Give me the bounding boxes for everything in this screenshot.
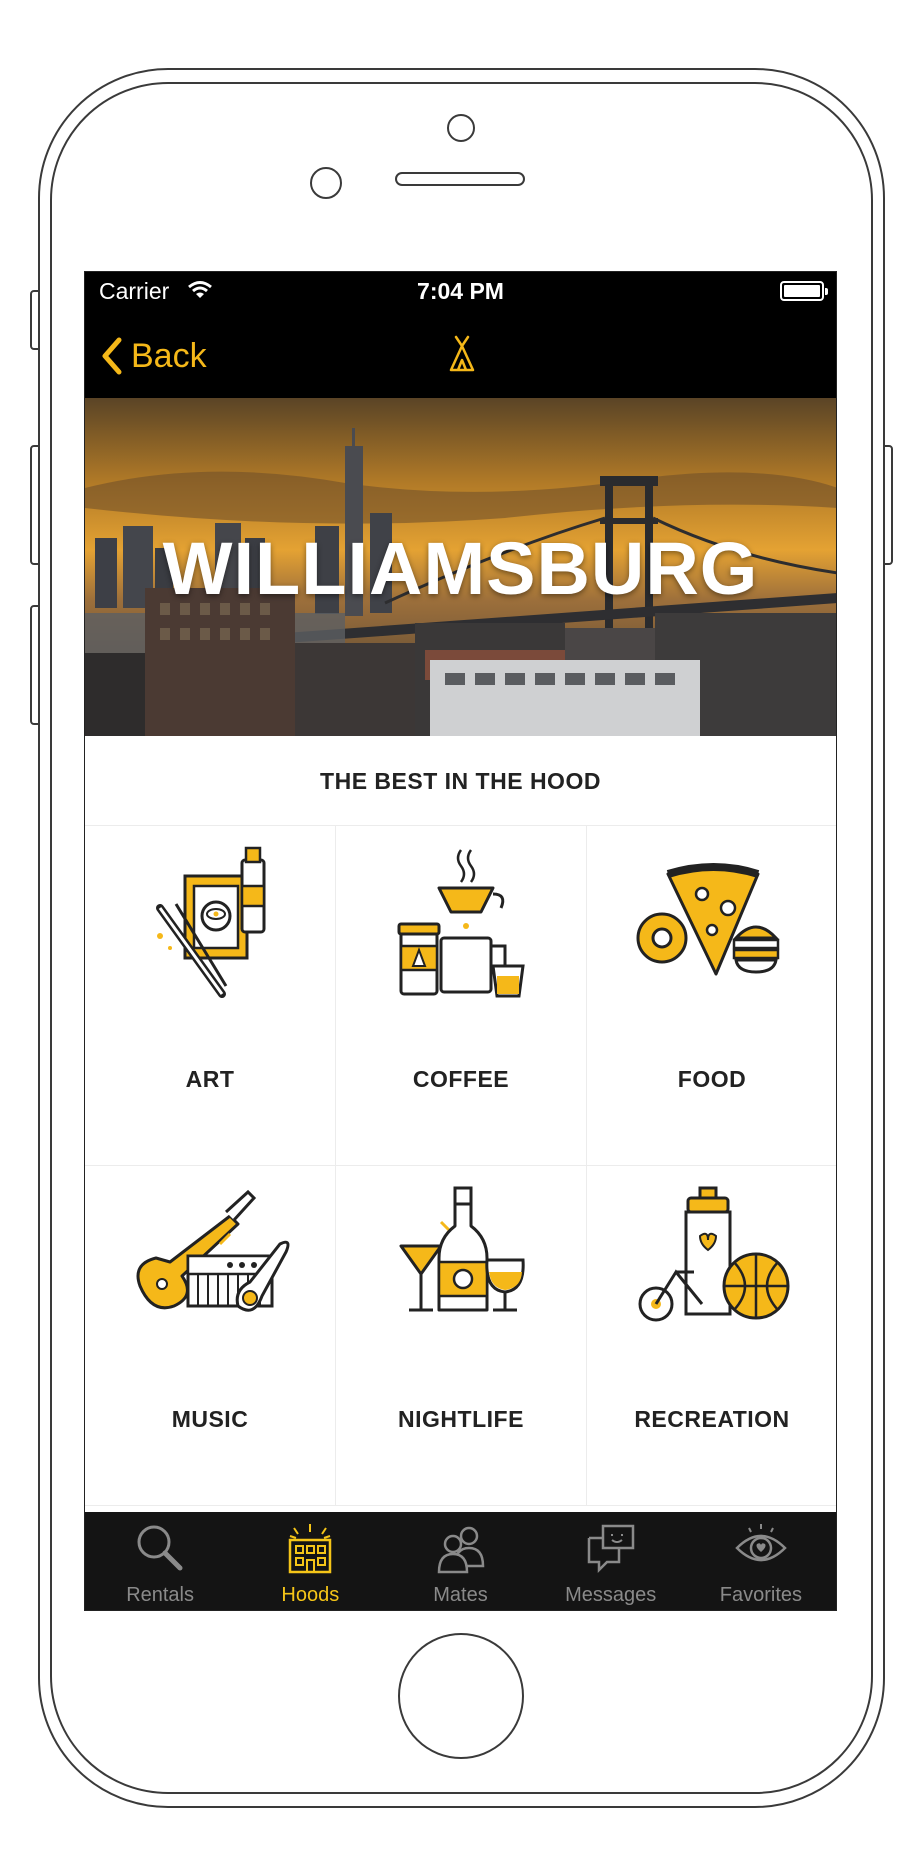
category-nightlife[interactable]: NIGHTLIFE [336,1166,587,1506]
tab-label: Hoods [281,1584,340,1606]
food-icon [636,863,780,976]
category-art[interactable]: ART [85,826,336,1166]
category-music[interactable]: MUSIC [85,1166,336,1506]
back-button[interactable]: Back [101,334,207,378]
status-bar: Carrier 7:04 PM [85,272,836,312]
mute-switch [30,290,40,350]
front-camera [447,114,475,142]
tab-label: Rentals [126,1584,194,1606]
back-button-label: Back [131,336,207,375]
category-label: NIGHTLIFE [398,1406,524,1432]
tab-label: Messages [565,1584,657,1606]
tab-hoods[interactable]: Hoods [235,1512,385,1610]
chat-icon [587,1524,634,1574]
tab-mates[interactable]: Mates [385,1512,535,1610]
category-label: ART [185,1066,235,1092]
category-label: RECREATION [634,1406,790,1432]
volume-up-button [30,445,40,565]
category-recreation[interactable]: RECREATION [587,1166,836,1506]
category-label: COFFEE [412,1066,510,1092]
art-icon [156,846,266,998]
music-icon [136,1189,290,1312]
home-button[interactable] [398,1633,524,1759]
navigation-bar: Back [85,312,836,398]
tab-rentals[interactable]: Rentals [85,1512,235,1610]
app-screen: Carrier 7:04 PM Back WILLIAMSBURG THE BE… [84,271,837,1611]
search-icon [137,1525,183,1571]
power-button [883,445,893,565]
people-icon [437,1526,484,1574]
coffee-icon [397,849,525,998]
tent-logo-icon [449,335,475,372]
proximity-sensor [310,167,342,199]
nightlife-icon [399,1186,525,1312]
battery-icon [780,281,828,301]
tab-label: Favorites [719,1584,803,1606]
earpiece-speaker [395,172,525,186]
category-label: FOOD [677,1066,747,1092]
tab-label: Mates [433,1584,488,1606]
category-food[interactable]: FOOD [587,826,836,1166]
recreation-icon [638,1186,790,1322]
neighborhood-title: WILLIAMSBURG [162,527,759,610]
category-label: MUSIC [171,1406,249,1432]
category-grid: ART COFFEE FOOD MUSIC NIGHTLIFE RECREATI… [85,826,836,1506]
tab-favorites[interactable]: Favorites [686,1512,836,1610]
chevron-left-icon [102,337,122,375]
category-coffee[interactable]: COFFEE [336,826,587,1166]
hero-banner: WILLIAMSBURG [85,398,836,736]
building-icon [289,1524,332,1574]
tab-bar: Rentals Hoods Mates Messages Favorites [85,1512,836,1610]
section-heading: THE BEST IN THE HOOD [85,736,836,826]
status-time: 7:04 PM [417,278,504,304]
volume-down-button [30,605,40,725]
tab-messages[interactable]: Messages [536,1512,686,1610]
eye-heart-icon [735,1524,787,1562]
